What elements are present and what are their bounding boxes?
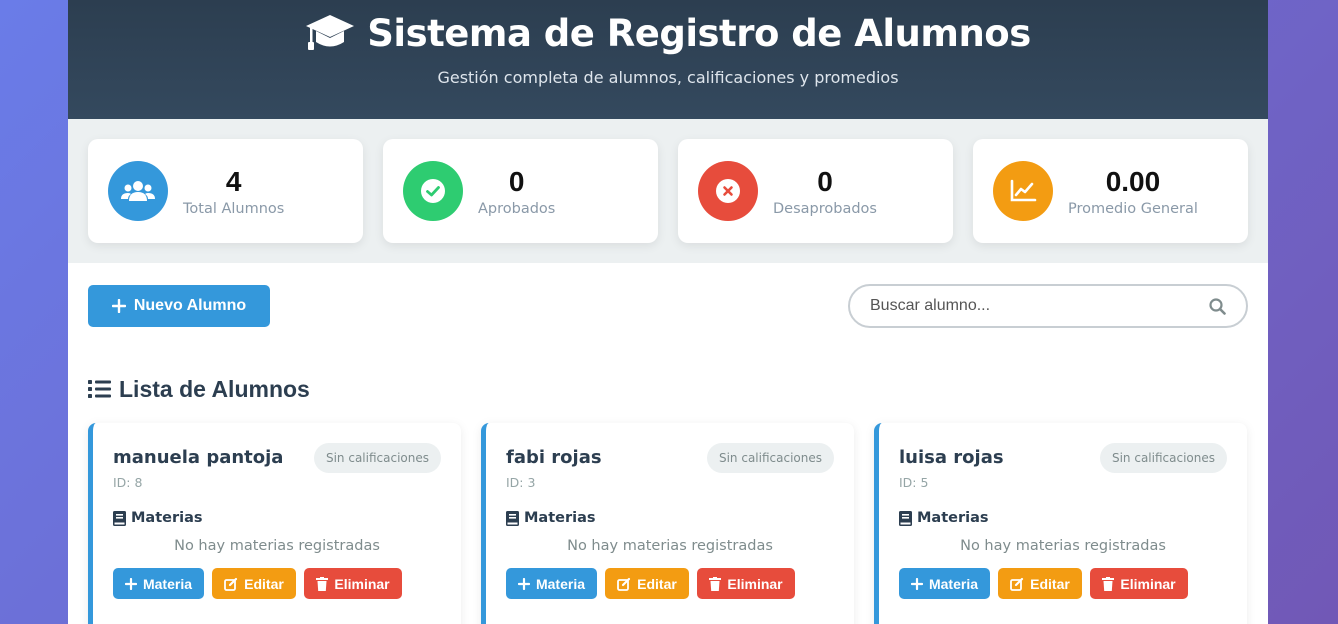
subjects-title: Materias (113, 510, 441, 526)
times-circle-icon (698, 161, 758, 221)
edit-label: Editar (1030, 575, 1070, 592)
new-student-label: Nuevo Alumno (133, 297, 247, 314)
edit-icon (224, 577, 238, 591)
page-subtitle: Gestión completa de alumnos, calificacio… (437, 68, 899, 87)
add-subject-label: Materia (142, 575, 193, 592)
new-student-button[interactable]: Nuevo Alumno (88, 285, 270, 327)
stat-value: 4 (225, 166, 242, 197)
page-title: Sistema de Registro de Alumnos (68, 10, 1268, 56)
grade-status-badge: Sin calificaciones (1099, 443, 1227, 473)
stats-bar: 4 Total Alumnos 0 Aprobados 0 Desaprobad… (68, 119, 1268, 263)
stat-card-total: 4 Total Alumnos (88, 139, 363, 243)
edit-icon (1010, 577, 1024, 591)
plus-icon (124, 577, 137, 590)
book-icon (506, 510, 519, 526)
stat-value: 0 (508, 166, 525, 197)
list-title-text: Lista de Alumnos (119, 375, 310, 402)
student-card: manuela pantoja Sin calificaciones ID: 8… (88, 423, 461, 624)
student-id: ID: 3 (506, 475, 536, 490)
grade-status-badge: Sin calificaciones (313, 443, 441, 473)
subjects-title: Materias (899, 510, 1227, 526)
stat-value: 0 (817, 166, 833, 197)
subjects-title: Materias (506, 510, 834, 526)
chart-line-icon (993, 161, 1053, 221)
empty-subjects-message: No hay materias registradas (567, 538, 773, 554)
add-subject-label: Materia (535, 575, 586, 592)
search-box (848, 284, 1248, 328)
delete-button[interactable]: Eliminar (697, 568, 795, 599)
stat-label: Promedio General (1068, 201, 1198, 217)
student-card: luisa rojas Sin calificaciones ID: 5 Mat… (874, 423, 1247, 624)
stat-card-failed: 0 Desaprobados (678, 139, 953, 243)
book-icon (113, 510, 126, 526)
page-header: Sistema de Registro de Alumnos Gestión c… (68, 0, 1268, 119)
add-subject-label: Materia (928, 575, 979, 592)
trash-icon (709, 576, 722, 591)
subjects-title-text: Materias (524, 510, 596, 526)
subjects-title-text: Materias (917, 510, 989, 526)
student-id: ID: 8 (113, 475, 143, 490)
add-subject-button[interactable]: Materia (899, 568, 990, 599)
stat-value: 0.00 (1105, 166, 1161, 197)
stat-card-average: 0.00 Promedio General (973, 139, 1248, 243)
users-icon (108, 161, 168, 221)
page-title-text: Sistema de Registro de Alumnos (367, 11, 1031, 55)
delete-label: Eliminar (1120, 575, 1176, 592)
student-name: luisa rojas (899, 447, 1004, 468)
student-name: fabi rojas (506, 447, 602, 468)
search-icon[interactable] (1209, 297, 1226, 315)
graduation-cap-icon (306, 15, 355, 50)
edit-button[interactable]: Editar (605, 568, 689, 599)
delete-button[interactable]: Eliminar (1090, 568, 1188, 599)
student-cards: manuela pantoja Sin calificaciones ID: 8… (68, 423, 1268, 624)
app-container: Sistema de Registro de Alumnos Gestión c… (68, 0, 1268, 624)
student-name: manuela pantoja (113, 447, 284, 468)
delete-label: Eliminar (727, 575, 783, 592)
edit-label: Editar (244, 575, 284, 592)
edit-button[interactable]: Editar (212, 568, 296, 599)
empty-subjects-message: No hay materias registradas (960, 538, 1166, 554)
grade-status-badge: Sin calificaciones (706, 443, 834, 473)
student-card: fabi rojas Sin calificaciones ID: 3 Mate… (481, 423, 854, 624)
stat-label: Total Alumnos (183, 201, 285, 217)
stat-label: Aprobados (478, 201, 556, 217)
controls-bar: Nuevo Alumno (68, 263, 1268, 349)
book-icon (899, 510, 912, 526)
trash-icon (1102, 576, 1115, 591)
edit-icon (617, 577, 631, 591)
empty-subjects-message: No hay materias registradas (174, 538, 380, 554)
stat-label: Desaprobados (773, 201, 877, 217)
add-subject-button[interactable]: Materia (506, 568, 597, 599)
search-input[interactable] (870, 297, 1190, 315)
delete-button[interactable]: Eliminar (304, 568, 402, 599)
plus-icon (910, 577, 923, 590)
delete-label: Eliminar (334, 575, 390, 592)
stat-card-approved: 0 Aprobados (383, 139, 658, 243)
edit-label: Editar (637, 575, 677, 592)
edit-button[interactable]: Editar (998, 568, 1082, 599)
subjects-title-text: Materias (131, 510, 203, 526)
plus-icon (517, 577, 530, 590)
plus-icon (111, 299, 126, 313)
list-icon (88, 380, 111, 398)
student-id: ID: 5 (899, 475, 929, 490)
check-circle-icon (403, 161, 463, 221)
list-title: Lista de Alumnos (68, 369, 1268, 409)
add-subject-button[interactable]: Materia (113, 568, 204, 599)
trash-icon (316, 576, 329, 591)
